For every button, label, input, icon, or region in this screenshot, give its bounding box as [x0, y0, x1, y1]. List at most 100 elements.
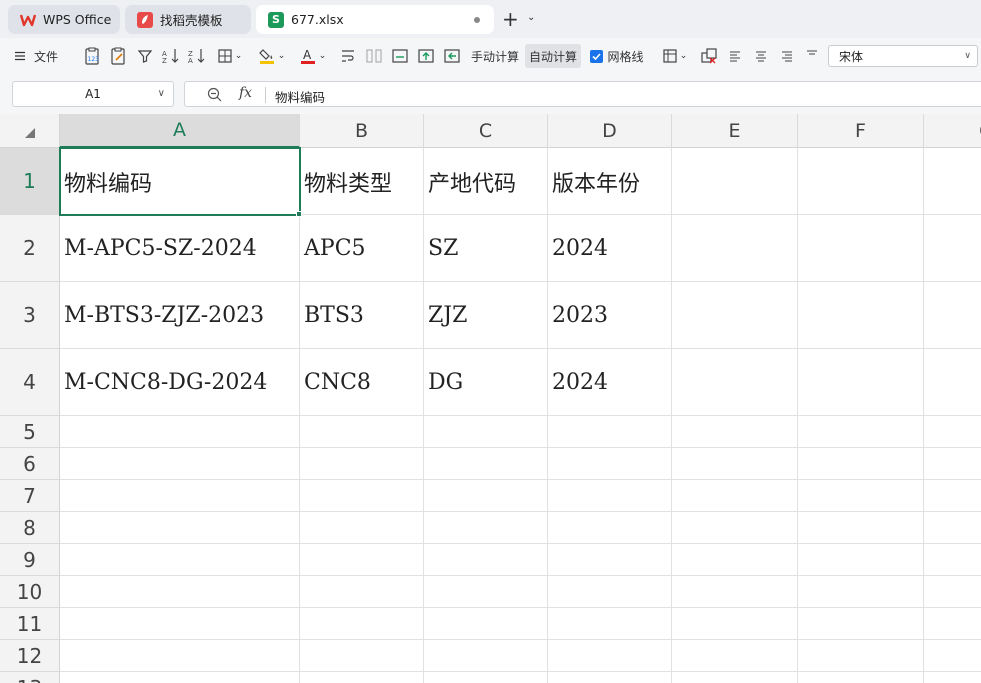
select-all-triangle-icon — [25, 128, 35, 138]
tab-docer-templates[interactable]: 找稻壳模板 — [125, 5, 251, 34]
column-header-d[interactable]: D — [548, 114, 672, 148]
column-header-a[interactable]: A — [60, 114, 300, 148]
gridline-horizontal — [60, 447, 981, 448]
name-box[interactable]: A1 ∨ — [12, 81, 174, 107]
zoom-magnifier-icon[interactable] — [207, 87, 222, 105]
insert-row-icon[interactable] — [390, 44, 410, 68]
cell-b2[interactable]: APC5 — [301, 216, 423, 281]
unsaved-dot-icon[interactable] — [474, 17, 480, 23]
chevron-down-icon[interactable]: ⌄ — [527, 12, 535, 23]
gridline-horizontal — [60, 415, 981, 416]
tab-wps-office[interactable]: WPS Office — [8, 5, 120, 34]
row-header-1[interactable]: 1 — [0, 148, 60, 215]
row-header-6[interactable]: 6 — [0, 448, 60, 480]
align-center-icon[interactable] — [752, 44, 770, 68]
manual-calc-button[interactable]: 手动计算 — [469, 44, 521, 68]
chevron-down-icon: ⌄ — [277, 51, 286, 61]
gridline-horizontal — [60, 575, 981, 576]
spreadsheet-logo-icon: S — [268, 11, 284, 28]
cell-d2[interactable]: 2024 — [549, 216, 671, 281]
number-format-icon[interactable]: 123 — [82, 44, 102, 68]
cell-a3[interactable]: M-BTS3-ZJZ-2023 — [61, 283, 299, 348]
chevron-down-icon: ⌄ — [234, 51, 243, 61]
fill-bucket-icon — [258, 49, 274, 64]
divider — [265, 87, 266, 103]
clear-format-icon[interactable] — [698, 44, 720, 68]
cell-c2[interactable]: SZ — [425, 216, 547, 281]
row-header-9[interactable]: 9 — [0, 544, 60, 576]
font-color-button[interactable]: A ⌄ — [298, 44, 328, 68]
fill-color-button[interactable]: ⌄ — [256, 44, 288, 68]
cell-d3[interactable]: 2023 — [549, 283, 671, 348]
font-family-select[interactable]: 宋体 ∨ — [828, 45, 978, 67]
cell-style-button[interactable]: ⌄ — [660, 44, 690, 68]
row-header-5[interactable]: 5 — [0, 416, 60, 448]
cell-a4[interactable]: M-CNC8-DG-2024 — [61, 350, 299, 415]
row-header-2[interactable]: 2 — [0, 215, 60, 282]
wrap-text-icon[interactable] — [338, 44, 358, 68]
borders-button[interactable]: ⌄ — [215, 44, 245, 68]
cell-b3[interactable]: BTS3 — [301, 283, 423, 348]
align-top-icon[interactable] — [803, 44, 821, 68]
paste-special-icon[interactable] — [108, 44, 128, 68]
align-left-icon[interactable] — [726, 44, 744, 68]
cell-d4[interactable]: 2024 — [549, 350, 671, 415]
cell-b1[interactable]: 物料类型 — [301, 149, 423, 214]
column-header-c[interactable]: C — [424, 114, 548, 148]
row-header-13[interactable]: 13 — [0, 672, 60, 683]
row-header-4[interactable]: 4 — [0, 349, 60, 416]
gridline-horizontal — [60, 348, 981, 349]
docer-logo-icon — [137, 11, 153, 28]
row-header-10[interactable]: 10 — [0, 576, 60, 608]
table-grid-icon — [663, 49, 677, 63]
column-header-f[interactable]: F — [798, 114, 924, 148]
row-header-12[interactable]: 12 — [0, 640, 60, 672]
chevron-down-icon: ∨ — [157, 88, 165, 99]
gridline-horizontal — [60, 511, 981, 512]
gridline-horizontal — [60, 639, 981, 640]
row-header-7[interactable]: 7 — [0, 480, 60, 512]
tab-677-xlsx[interactable]: S 677.xlsx — [256, 5, 494, 34]
column-header-b[interactable]: B — [300, 114, 424, 148]
column-header-g[interactable]: G — [924, 114, 981, 148]
fill-handle-icon[interactable] — [442, 44, 462, 68]
gridline-horizontal — [60, 543, 981, 544]
fill-handle[interactable] — [296, 211, 302, 217]
align-right-icon[interactable] — [778, 44, 796, 68]
cell-a2[interactable]: M-APC5-SZ-2024 — [61, 216, 299, 281]
row-header-11[interactable]: 11 — [0, 608, 60, 640]
row-header-8[interactable]: 8 — [0, 512, 60, 544]
checkbox-checked-icon[interactable] — [590, 49, 604, 63]
sort-ascending-icon[interactable]: AZ — [160, 44, 182, 68]
cell-b4[interactable]: CNC8 — [301, 350, 423, 415]
cell-reference: A1 — [85, 87, 101, 101]
selected-cell-outline — [59, 147, 301, 216]
filter-icon[interactable] — [136, 44, 154, 68]
function-fx-icon[interactable]: fx — [239, 85, 252, 101]
auto-calc-button[interactable]: 自动计算 — [525, 44, 581, 68]
split-column-icon[interactable] — [364, 44, 384, 68]
formula-input[interactable]: fx 物料编码 — [184, 81, 981, 107]
gridlines-toggle[interactable]: 网格线 — [588, 44, 646, 68]
row-header-3[interactable]: 3 — [0, 282, 60, 349]
cell-c1[interactable]: 产地代码 — [425, 149, 547, 214]
cell-c4[interactable]: DG — [425, 350, 547, 415]
spreadsheet-grid[interactable]: ABCDEFG12345678910111213物料编码物料类型产地代码版本年份… — [0, 114, 981, 683]
tab-label: 找稻壳模板 — [160, 13, 223, 28]
file-menu-label: 文件 — [33, 49, 58, 64]
cell-d1[interactable]: 版本年份 — [549, 149, 671, 214]
new-tab-plus-icon[interactable]: + — [502, 8, 519, 30]
formula-bar: A1 ∨ fx 物料编码 — [0, 74, 981, 114]
chevron-down-icon: ∨ — [964, 51, 971, 61]
freeze-pane-icon[interactable] — [416, 44, 436, 68]
select-all-corner[interactable] — [0, 114, 60, 148]
sort-descending-icon[interactable]: ZA — [186, 44, 208, 68]
font-family-value: 宋体 — [839, 49, 864, 64]
file-menu-button[interactable]: 文件 — [8, 44, 64, 68]
svg-text:123: 123 — [88, 56, 100, 63]
column-header-e[interactable]: E — [672, 114, 798, 148]
cell-c3[interactable]: ZJZ — [425, 283, 547, 348]
font-color-icon: A — [300, 48, 315, 64]
gridline-horizontal — [60, 607, 981, 608]
borders-icon — [218, 49, 232, 63]
